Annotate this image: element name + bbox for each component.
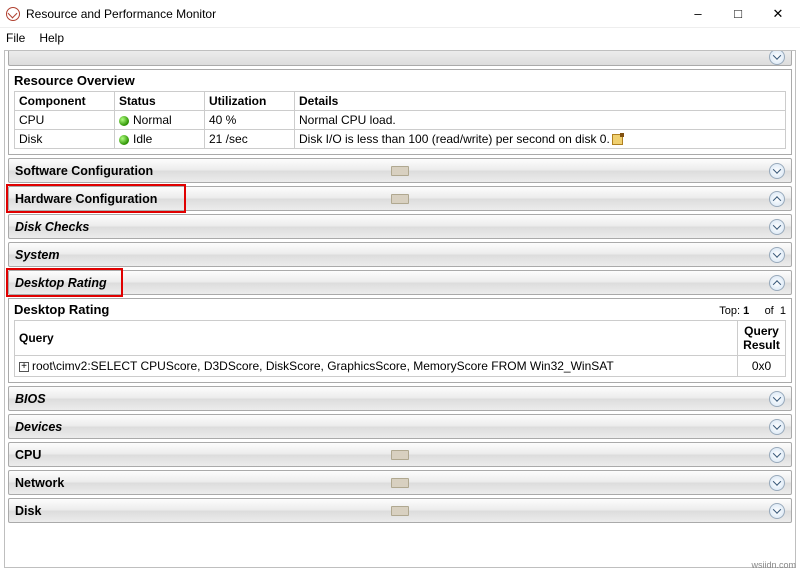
chevron-down-icon[interactable] (769, 475, 785, 491)
chevron-down-icon[interactable] (769, 447, 785, 463)
query-table: Query Query Result +root\cimv2:SELECT CP… (14, 320, 786, 377)
chevron-down-icon[interactable] (769, 503, 785, 519)
chevron-up-icon[interactable] (769, 275, 785, 291)
desktop-rating-title: Desktop Rating (14, 302, 109, 317)
col-query-result: Query Result (738, 321, 786, 356)
report-icon (391, 450, 409, 460)
resource-overview-table: Component Status Utilization Details CPU… (14, 91, 786, 149)
close-button[interactable]: ✕ (758, 2, 798, 26)
section-software-configuration[interactable]: Software Configuration (8, 158, 792, 183)
chevron-down-icon[interactable] (769, 163, 785, 179)
section-desktop-rating[interactable]: Desktop Rating (8, 270, 792, 295)
section-hardware-configuration[interactable]: Hardware Configuration (8, 186, 792, 211)
pager: Top: 1 of 1 (719, 305, 786, 317)
table-row: +root\cimv2:SELECT CPUScore, D3DScore, D… (15, 356, 786, 377)
section-disk-checks[interactable]: Disk Checks (8, 214, 792, 239)
title-bar: Resource and Performance Monitor – □ ✕ (0, 0, 800, 28)
chevron-down-icon[interactable] (769, 247, 785, 263)
menu-help[interactable]: Help (39, 31, 64, 45)
chevron-down-icon[interactable] (769, 391, 785, 407)
chevron-down-icon[interactable] (769, 50, 785, 65)
section-bios[interactable]: BIOS (8, 386, 792, 411)
window-title: Resource and Performance Monitor (26, 7, 678, 21)
table-header-row: Component Status Utilization Details (15, 92, 786, 111)
maximize-button[interactable]: □ (718, 2, 758, 26)
section-disk[interactable]: Disk (8, 498, 792, 523)
report-icon (391, 166, 409, 176)
report-icon (391, 478, 409, 488)
col-query: Query (15, 321, 738, 356)
resource-overview-title: Resource Overview (14, 73, 786, 88)
section-devices[interactable]: Devices (8, 414, 792, 439)
resource-overview-panel: Resource Overview Component Status Utili… (8, 69, 792, 155)
col-details: Details (295, 92, 786, 111)
section-performance-collapsed[interactable] (8, 51, 792, 66)
status-ok-icon (119, 135, 129, 145)
status-ok-icon (119, 116, 129, 126)
report-icon (391, 506, 409, 516)
table-header-row: Query Query Result (15, 321, 786, 356)
col-utilization: Utilization (205, 92, 295, 111)
edit-icon[interactable] (612, 134, 623, 145)
chevron-down-icon[interactable] (769, 419, 785, 435)
chevron-down-icon[interactable] (769, 219, 785, 235)
desktop-rating-panel: Desktop Rating Top: 1 of 1 Query Query R… (8, 298, 792, 383)
col-status: Status (115, 92, 205, 111)
report-icon (391, 194, 409, 204)
expand-icon[interactable]: + (19, 362, 29, 372)
table-row: Disk Idle 21 /sec Disk I/O is less than … (15, 130, 786, 149)
content-area: Resource Overview Component Status Utili… (4, 50, 796, 568)
minimize-button[interactable]: – (678, 2, 718, 26)
watermark: wsiidn.com (751, 560, 796, 570)
menu-bar: File Help (0, 28, 800, 48)
menu-file[interactable]: File (6, 31, 25, 45)
app-icon (6, 7, 20, 21)
table-row: CPU Normal 40 % Normal CPU load. (15, 111, 786, 130)
section-system[interactable]: System (8, 242, 792, 267)
col-component: Component (15, 92, 115, 111)
chevron-up-icon[interactable] (769, 191, 785, 207)
section-cpu[interactable]: CPU (8, 442, 792, 467)
section-network[interactable]: Network (8, 470, 792, 495)
